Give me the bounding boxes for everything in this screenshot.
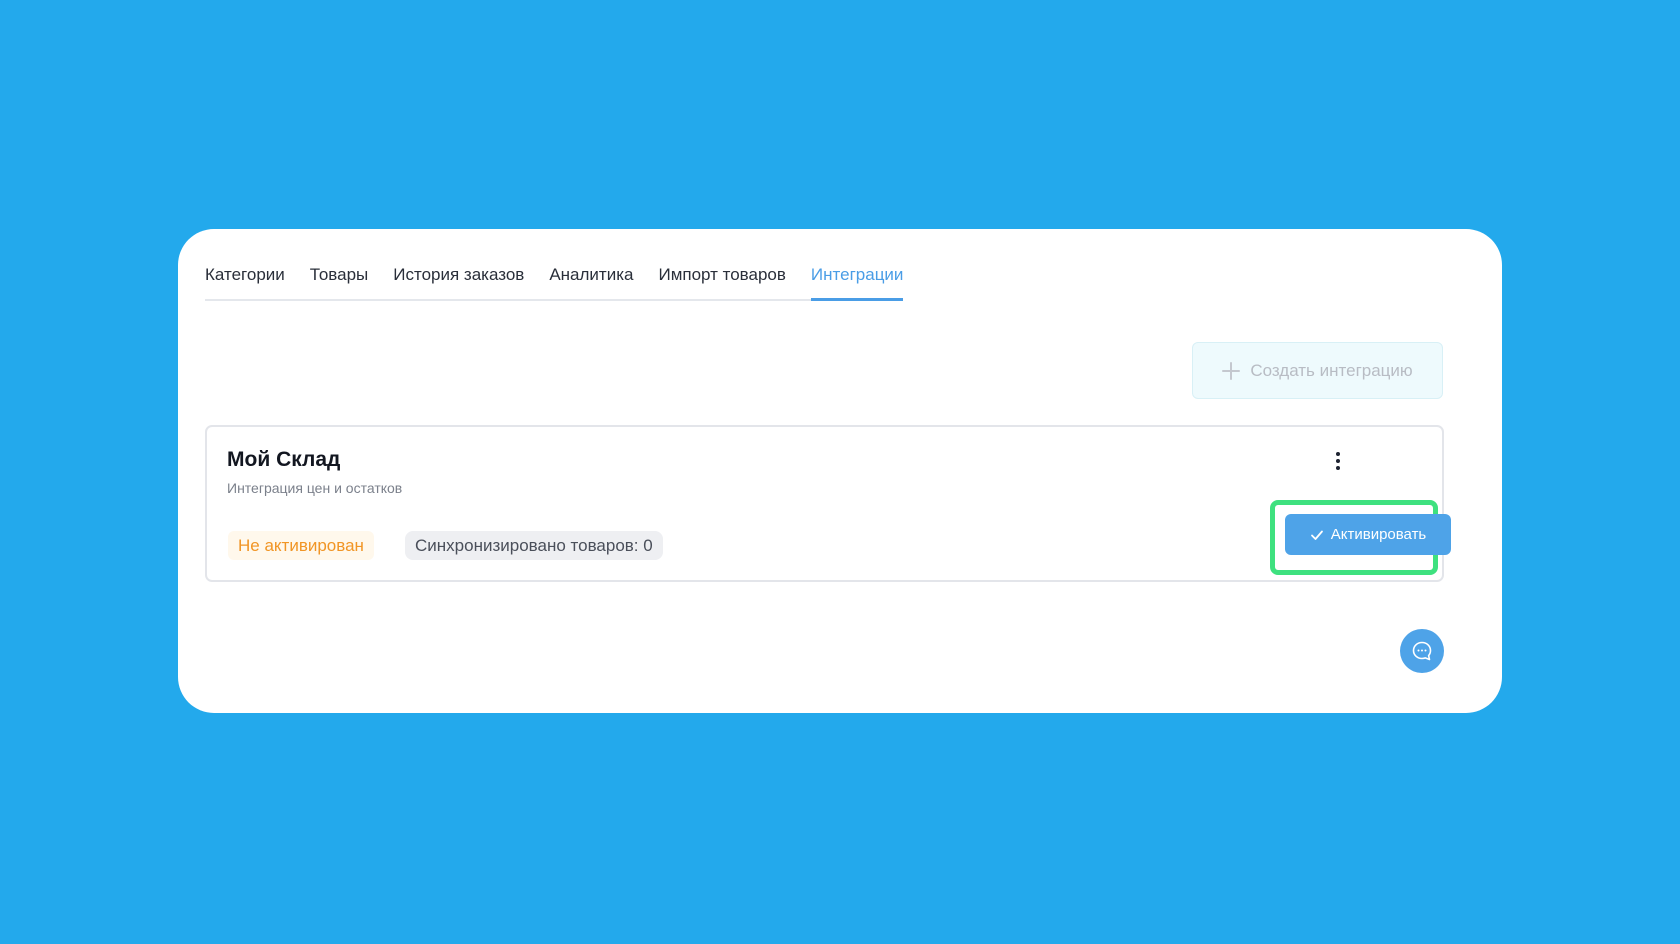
tab-bar: Категории Товары История заказов Аналити…: [205, 229, 904, 301]
tab-integrations[interactable]: Интеграции: [810, 265, 903, 301]
activate-label: Активировать: [1330, 526, 1427, 543]
tab-categories[interactable]: Категории: [205, 265, 285, 299]
tab-product-import[interactable]: Импорт товаров: [658, 265, 785, 299]
integration-title: Мой Склад: [227, 448, 341, 471]
status-badge: Не активирован: [228, 531, 374, 560]
integration-subtitle: Интеграция цен и остатков: [227, 480, 403, 496]
integrations-panel: Категории Товары История заказов Аналити…: [178, 229, 1502, 713]
more-vertical-icon[interactable]: [1328, 449, 1348, 473]
chat-support-button[interactable]: [1400, 629, 1444, 673]
chat-bubble-icon: [1412, 641, 1432, 661]
tab-order-history[interactable]: История заказов: [393, 265, 524, 299]
create-integration-label: Создать интеграцию: [1250, 360, 1413, 380]
tab-analytics[interactable]: Аналитика: [549, 265, 633, 299]
check-icon: [1310, 530, 1323, 540]
sync-count-badge: Синхронизировано товаров: 0: [405, 531, 663, 560]
create-integration-button[interactable]: Создать интеграцию: [1192, 342, 1443, 399]
activate-button[interactable]: Активировать: [1285, 514, 1451, 555]
tab-products[interactable]: Товары: [310, 265, 368, 299]
integration-card: Мой Склад Интеграция цен и остатков Не а…: [205, 425, 1451, 582]
plus-icon: [1222, 361, 1241, 380]
